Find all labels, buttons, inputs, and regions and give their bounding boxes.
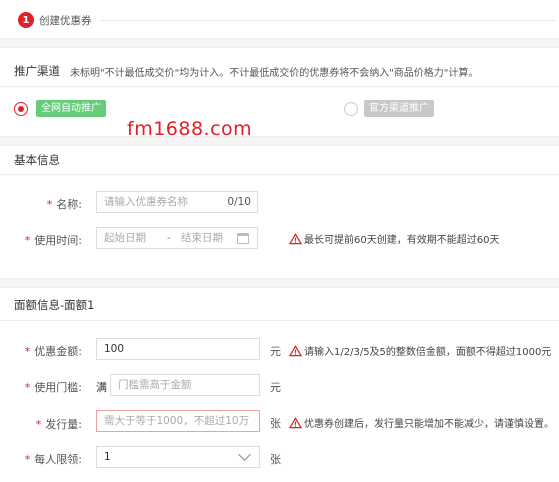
- divider: [0, 174, 559, 175]
- radio-auto-promotion[interactable]: [14, 102, 28, 116]
- channel-note: 未标明"不计最低成交价"均为计入。不计最低成交价的优惠券将不会纳入"商品价格力"…: [70, 68, 479, 79]
- value-hint: 请输入1/2/3/5及5的整数倍金额，面额不得超过1000元: [289, 343, 551, 358]
- threshold-unit: 元: [270, 381, 281, 394]
- threshold-label: * 使用门槛:: [24, 381, 82, 394]
- step-indicator: 1 创建优惠券: [18, 10, 92, 30]
- per-user-limit-select[interactable]: 1: [96, 446, 260, 468]
- name-label: * 名称:: [46, 198, 82, 211]
- section-title-basic: 基本信息: [14, 153, 60, 167]
- end-date-placeholder[interactable]: 结束日期: [181, 228, 223, 248]
- radio-official-channel[interactable]: [344, 102, 358, 116]
- time-label: * 使用时间:: [24, 234, 82, 247]
- start-date-placeholder[interactable]: 起始日期: [104, 232, 146, 244]
- limit-unit: 张: [270, 453, 281, 466]
- value-label: * 优惠金额:: [24, 345, 82, 358]
- char-counter: 0/10: [227, 196, 251, 208]
- coupon-value-input[interactable]: 100: [96, 338, 260, 360]
- threshold-prefix: 满: [96, 381, 107, 394]
- step-label: 创建优惠券: [39, 14, 92, 27]
- quantity-input[interactable]: 需大于等于1000，不超过10万: [96, 410, 260, 432]
- calendar-icon[interactable]: [237, 233, 249, 244]
- section-separator: [0, 136, 559, 146]
- chevron-down-icon[interactable]: [238, 448, 251, 461]
- time-hint: 最长可提前60天创建，有效期不能超过60天: [289, 231, 499, 246]
- channel-title: 推广渠道: [14, 64, 60, 78]
- quantity-hint: 优惠券创建后，发行量只能增加不能减少，请谨慎设置。: [289, 415, 554, 430]
- option-official-channel-label[interactable]: 官方渠道推广: [364, 100, 434, 117]
- warning-icon: [289, 232, 302, 244]
- step-number: 1: [18, 12, 34, 28]
- section-title-amount: 面额信息-面额1: [14, 298, 95, 312]
- section-separator: [0, 38, 559, 48]
- quantity-label: * 发行量:: [35, 418, 82, 431]
- section-separator: [0, 278, 559, 288]
- option-auto-promotion-label[interactable]: 全网自动推广: [36, 100, 106, 117]
- threshold-input[interactable]: 门槛需高于金额: [110, 374, 260, 396]
- value-unit: 元: [270, 345, 281, 358]
- quantity-unit: 张: [270, 417, 281, 430]
- divider: [0, 320, 559, 321]
- warning-icon: [289, 344, 302, 356]
- coupon-name-input[interactable]: 请输入优惠券名称 0/10: [96, 191, 258, 213]
- step-divider: [100, 20, 556, 21]
- limit-label: * 每人限领:: [24, 453, 82, 466]
- warning-icon: [289, 416, 302, 428]
- date-range-picker[interactable]: 起始日期 - 结束日期: [96, 227, 258, 249]
- divider: [0, 86, 559, 87]
